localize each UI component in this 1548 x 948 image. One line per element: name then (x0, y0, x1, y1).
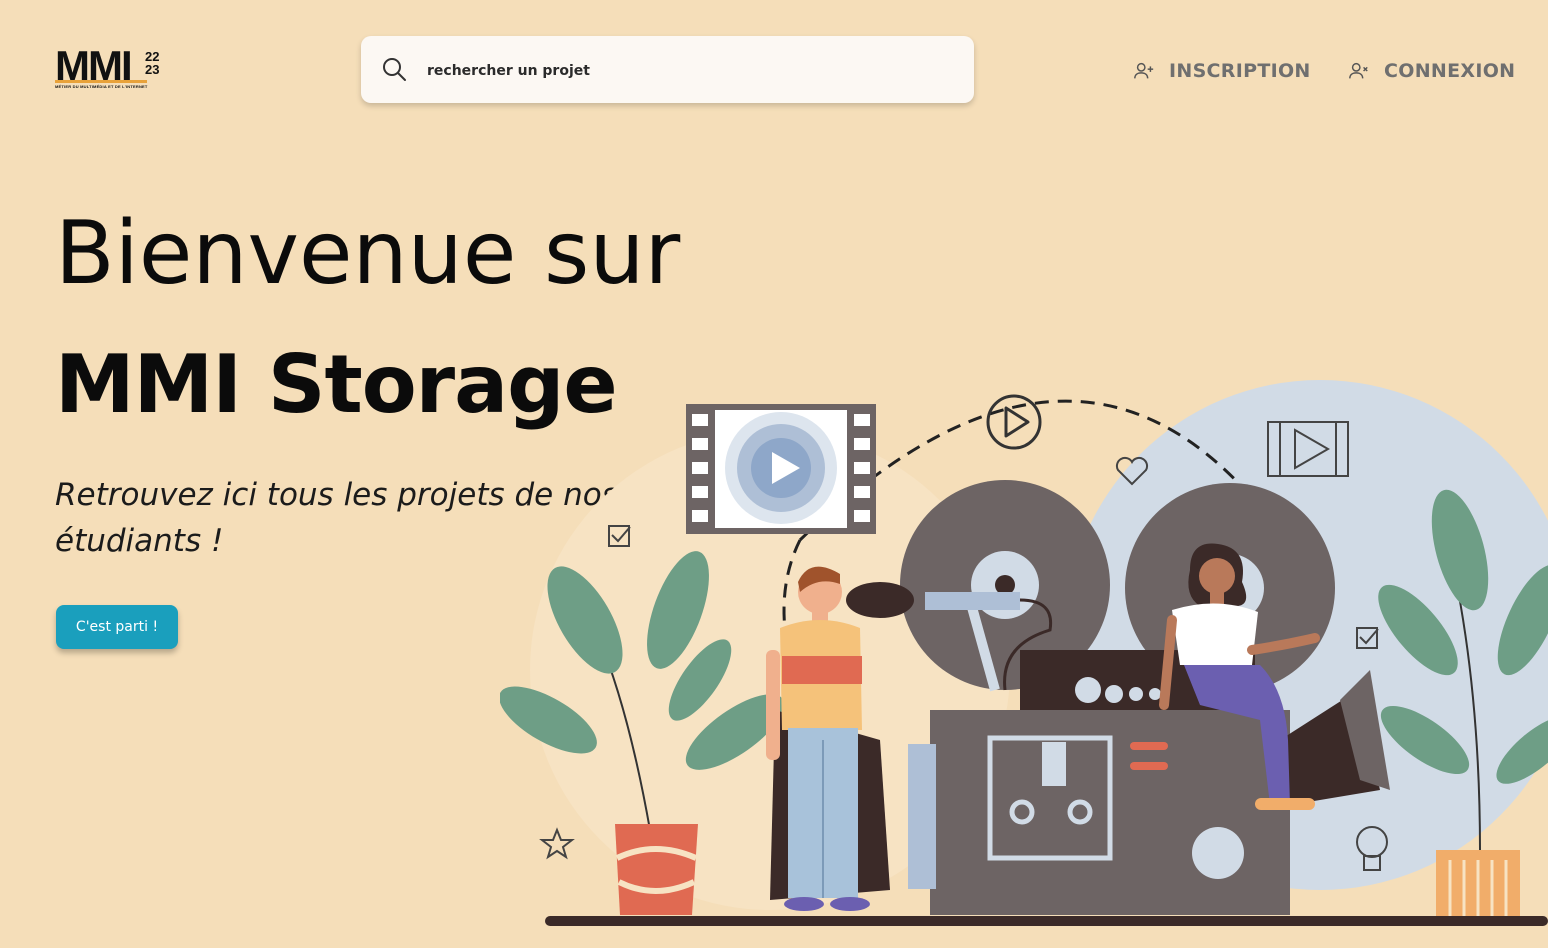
inscription-link[interactable]: INSCRIPTION (1133, 60, 1311, 82)
logo-year-bottom: 23 (145, 62, 160, 77)
add-user-icon (1134, 62, 1154, 79)
star-icon (539, 827, 575, 860)
hero-title-line1: Bienvenue sur (55, 202, 681, 304)
cta-button[interactable]: C'est parti ! (56, 605, 178, 649)
search-bar (361, 36, 974, 103)
hero-illustration (500, 380, 1548, 926)
search-icon[interactable] (381, 56, 407, 82)
logo[interactable]: MMI 22 23 MÉTIER DU MULTIMÉDIA ET DE L'I… (55, 45, 170, 92)
floor-line (545, 916, 1548, 926)
logo-years: 22 23 (145, 50, 159, 76)
connexion-label: CONNEXION (1384, 60, 1516, 82)
search-input[interactable] (425, 56, 929, 86)
logo-underline (55, 80, 147, 83)
logo-tagline: MÉTIER DU MULTIMÉDIA ET DE L'INTERNET (55, 84, 148, 89)
connexion-link[interactable]: CONNEXION (1348, 60, 1515, 82)
user-x-icon (1349, 62, 1368, 79)
inscription-label: INSCRIPTION (1169, 60, 1311, 82)
film-frame-icon (686, 404, 876, 534)
play-icon (986, 394, 1042, 450)
